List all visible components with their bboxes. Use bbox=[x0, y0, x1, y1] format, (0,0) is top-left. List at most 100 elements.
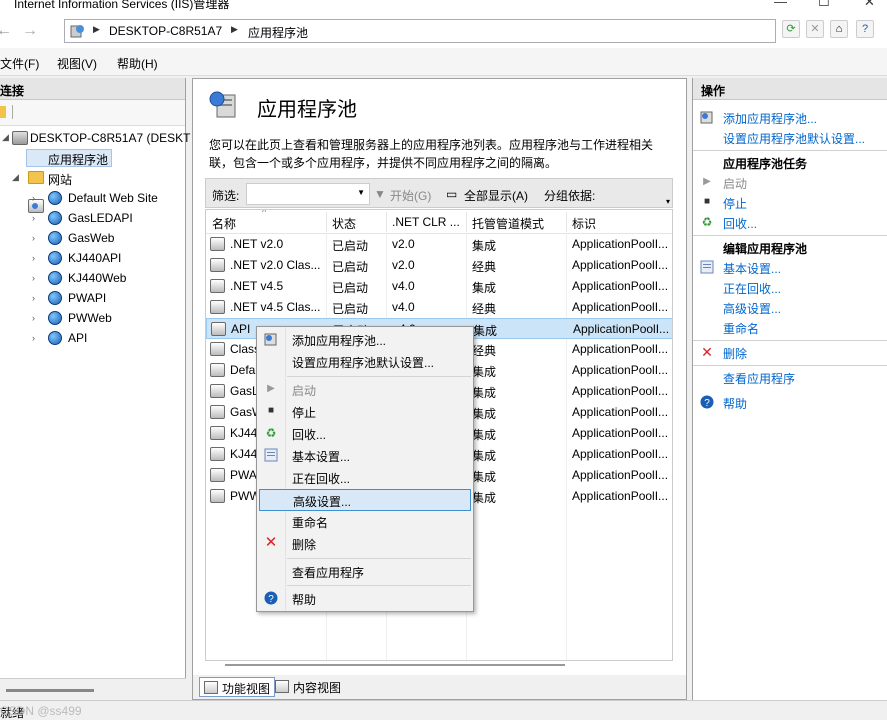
menu-item-label: 重命名 bbox=[292, 516, 329, 530]
tree-site[interactable]: GasLEDAPI bbox=[68, 211, 133, 225]
actions-divider bbox=[693, 365, 887, 366]
minimize-button[interactable]: — bbox=[774, 0, 787, 9]
show-all-button[interactable]: 全部显示(A) bbox=[464, 187, 528, 204]
tree-site[interactable]: PWWeb bbox=[68, 311, 112, 325]
tree-site[interactable]: KJ440Web bbox=[68, 271, 126, 285]
filter-overflow-icon[interactable]: ▾ bbox=[666, 197, 670, 206]
close-button[interactable]: ✕ bbox=[864, 0, 875, 10]
server-expand-icon[interactable]: ◢ bbox=[2, 132, 9, 143]
site-expand-icon[interactable]: › bbox=[32, 233, 35, 243]
tree-app-pools[interactable]: 应用程序池 bbox=[48, 151, 108, 168]
action-view-applications[interactable]: 查看应用程序 bbox=[723, 370, 795, 387]
action-stop[interactable]: 停止 bbox=[723, 195, 747, 212]
tree-server[interactable]: DESKTOP-C8R51A7 (DESKT bbox=[30, 131, 191, 145]
column-identity[interactable]: 标识 bbox=[572, 215, 596, 232]
menu-view[interactable]: 视图(V) bbox=[57, 55, 97, 72]
stop-icon[interactable]: ✕ bbox=[806, 20, 824, 38]
tab-features-view[interactable]: 功能视图 bbox=[199, 677, 276, 697]
globe-icon bbox=[48, 311, 62, 325]
menu-file[interactable]: 文件(F) bbox=[0, 55, 39, 72]
menu-item-set-defaults[interactable]: 设置应用程序池默认设置... bbox=[259, 351, 471, 373]
menu-item-stop[interactable]: ■ 停止 bbox=[259, 401, 471, 423]
column-name[interactable]: 名称 bbox=[212, 215, 236, 232]
action-delete[interactable]: 删除 bbox=[723, 345, 747, 362]
action-add-pool[interactable]: 添加应用程序池... bbox=[723, 110, 817, 127]
table-row[interactable]: .NET v2.0 Clas... 已启动 v2.0 经典 ApplicationPoo… bbox=[206, 255, 672, 276]
properties-icon bbox=[264, 448, 278, 462]
column-divider[interactable] bbox=[466, 212, 467, 232]
scroll-thumb[interactable] bbox=[6, 689, 94, 692]
menu-item-help[interactable]: ? 帮助 bbox=[259, 588, 471, 610]
menu-item-advanced-settings[interactable]: 高级设置... bbox=[259, 489, 471, 511]
column-clr[interactable]: .NET CLR ... bbox=[392, 215, 460, 229]
home-icon[interactable]: ⌂ bbox=[830, 20, 848, 38]
show-all-icon: ▭ bbox=[446, 187, 458, 201]
site-expand-icon[interactable]: › bbox=[32, 213, 35, 223]
cell-mode: 集成 bbox=[473, 324, 498, 338]
menu-item-add-pool[interactable]: 添加应用程序池... bbox=[259, 329, 471, 351]
cell-identity: ApplicationPoolI... bbox=[572, 405, 669, 419]
site-expand-icon[interactable]: › bbox=[32, 273, 35, 283]
table-row[interactable]: .NET v4.5 已启动 v4.0 集成 ApplicationPoolI... bbox=[206, 276, 672, 297]
action-recycle[interactable]: 回收... bbox=[723, 215, 757, 232]
cell-name: .NET v2.0 Clas... bbox=[230, 258, 321, 272]
action-recycling[interactable]: 正在回收... bbox=[723, 280, 781, 297]
refresh-icon[interactable]: ⟳ bbox=[782, 20, 800, 38]
tree-site[interactable]: KJ440API bbox=[68, 251, 121, 265]
menu-item-basic-settings[interactable]: 基本设置... bbox=[259, 445, 471, 467]
table-row[interactable]: .NET v4.5 Clas... 已启动 v4.0 经典 ApplicationPoo… bbox=[206, 297, 672, 318]
help-icon[interactable]: ? bbox=[856, 20, 874, 38]
maximize-button[interactable]: ☐ bbox=[818, 0, 830, 10]
breadcrumb-app-pools[interactable]: 应用程序池 bbox=[248, 24, 308, 41]
action-rename[interactable]: 重命名 bbox=[723, 320, 759, 337]
add-pool-icon bbox=[264, 332, 278, 346]
connections-scrollbar[interactable] bbox=[0, 678, 186, 700]
column-divider[interactable] bbox=[326, 212, 327, 232]
address-box[interactable]: ▶ DESKTOP-C8R51A7 ▶ 应用程序池 bbox=[64, 19, 776, 43]
grid-scrollbar[interactable] bbox=[205, 661, 673, 671]
filter-input[interactable]: ▼ bbox=[246, 183, 370, 205]
site-expand-icon[interactable]: › bbox=[32, 293, 35, 303]
menu-item-recycling[interactable]: 正在回收... bbox=[259, 467, 471, 489]
site-expand-icon[interactable]: › bbox=[32, 333, 35, 343]
column-divider[interactable] bbox=[386, 212, 387, 232]
menu-item-delete[interactable]: ✕ 删除 bbox=[259, 533, 471, 555]
action-help[interactable]: 帮助 bbox=[723, 395, 747, 412]
tree-site[interactable]: GasWeb bbox=[68, 231, 114, 245]
menu-item-rename[interactable]: 重命名 bbox=[259, 511, 471, 533]
tree-site[interactable]: API bbox=[68, 331, 87, 345]
table-row[interactable]: .NET v2.0 已启动 v2.0 集成 ApplicationPoolI... bbox=[206, 234, 672, 255]
menu-item-label: 查看应用程序 bbox=[292, 566, 365, 580]
back-arrow-icon[interactable]: ← bbox=[0, 22, 12, 40]
scroll-thumb[interactable] bbox=[225, 664, 565, 666]
tree-sites[interactable]: 网站 bbox=[48, 171, 72, 188]
tree-site[interactable]: Default Web Site bbox=[68, 191, 158, 205]
menu-help[interactable]: 帮助(H) bbox=[117, 55, 158, 72]
action-set-defaults[interactable]: 设置应用程序池默认设置... bbox=[723, 130, 865, 147]
cell-identity: ApplicationPoolI... bbox=[572, 468, 669, 482]
group-by-label[interactable]: 分组依据: bbox=[544, 187, 595, 204]
column-divider[interactable] bbox=[566, 212, 567, 232]
app-pool-icon bbox=[210, 258, 225, 272]
connect-icon[interactable] bbox=[0, 106, 6, 118]
breadcrumb-server[interactable]: DESKTOP-C8R51A7 bbox=[109, 24, 222, 38]
sites-expand-icon[interactable]: ◢ bbox=[12, 172, 19, 183]
action-basic-settings[interactable]: 基本设置... bbox=[723, 260, 781, 277]
menu-item-recycle[interactable]: ♻ 回收... bbox=[259, 423, 471, 445]
add-pool-icon bbox=[700, 110, 714, 124]
svg-text:?: ? bbox=[268, 594, 274, 605]
chevron-down-icon[interactable]: ▼ bbox=[357, 188, 365, 197]
site-expand-icon[interactable]: › bbox=[32, 193, 35, 203]
site-expand-icon[interactable]: › bbox=[32, 313, 35, 323]
column-pipeline[interactable]: 托管管道模式 bbox=[472, 215, 544, 232]
column-status[interactable]: 状态 bbox=[332, 215, 356, 232]
site-expand-icon[interactable]: › bbox=[32, 253, 35, 263]
forward-arrow-icon[interactable]: → bbox=[22, 22, 38, 40]
start-filter-button[interactable]: 开始(G) bbox=[390, 187, 431, 204]
context-menu: 添加应用程序池... 设置应用程序池默认设置... ▶ 启动 ■ 停止 ♻ 回收… bbox=[256, 326, 474, 612]
action-advanced-settings[interactable]: 高级设置... bbox=[723, 300, 781, 317]
menu-item-view-applications[interactable]: 查看应用程序 bbox=[259, 561, 471, 583]
app-pool-icon bbox=[210, 384, 225, 398]
tab-content-view[interactable]: 内容视图 bbox=[271, 677, 345, 697]
tree-site[interactable]: PWAPI bbox=[68, 291, 106, 305]
